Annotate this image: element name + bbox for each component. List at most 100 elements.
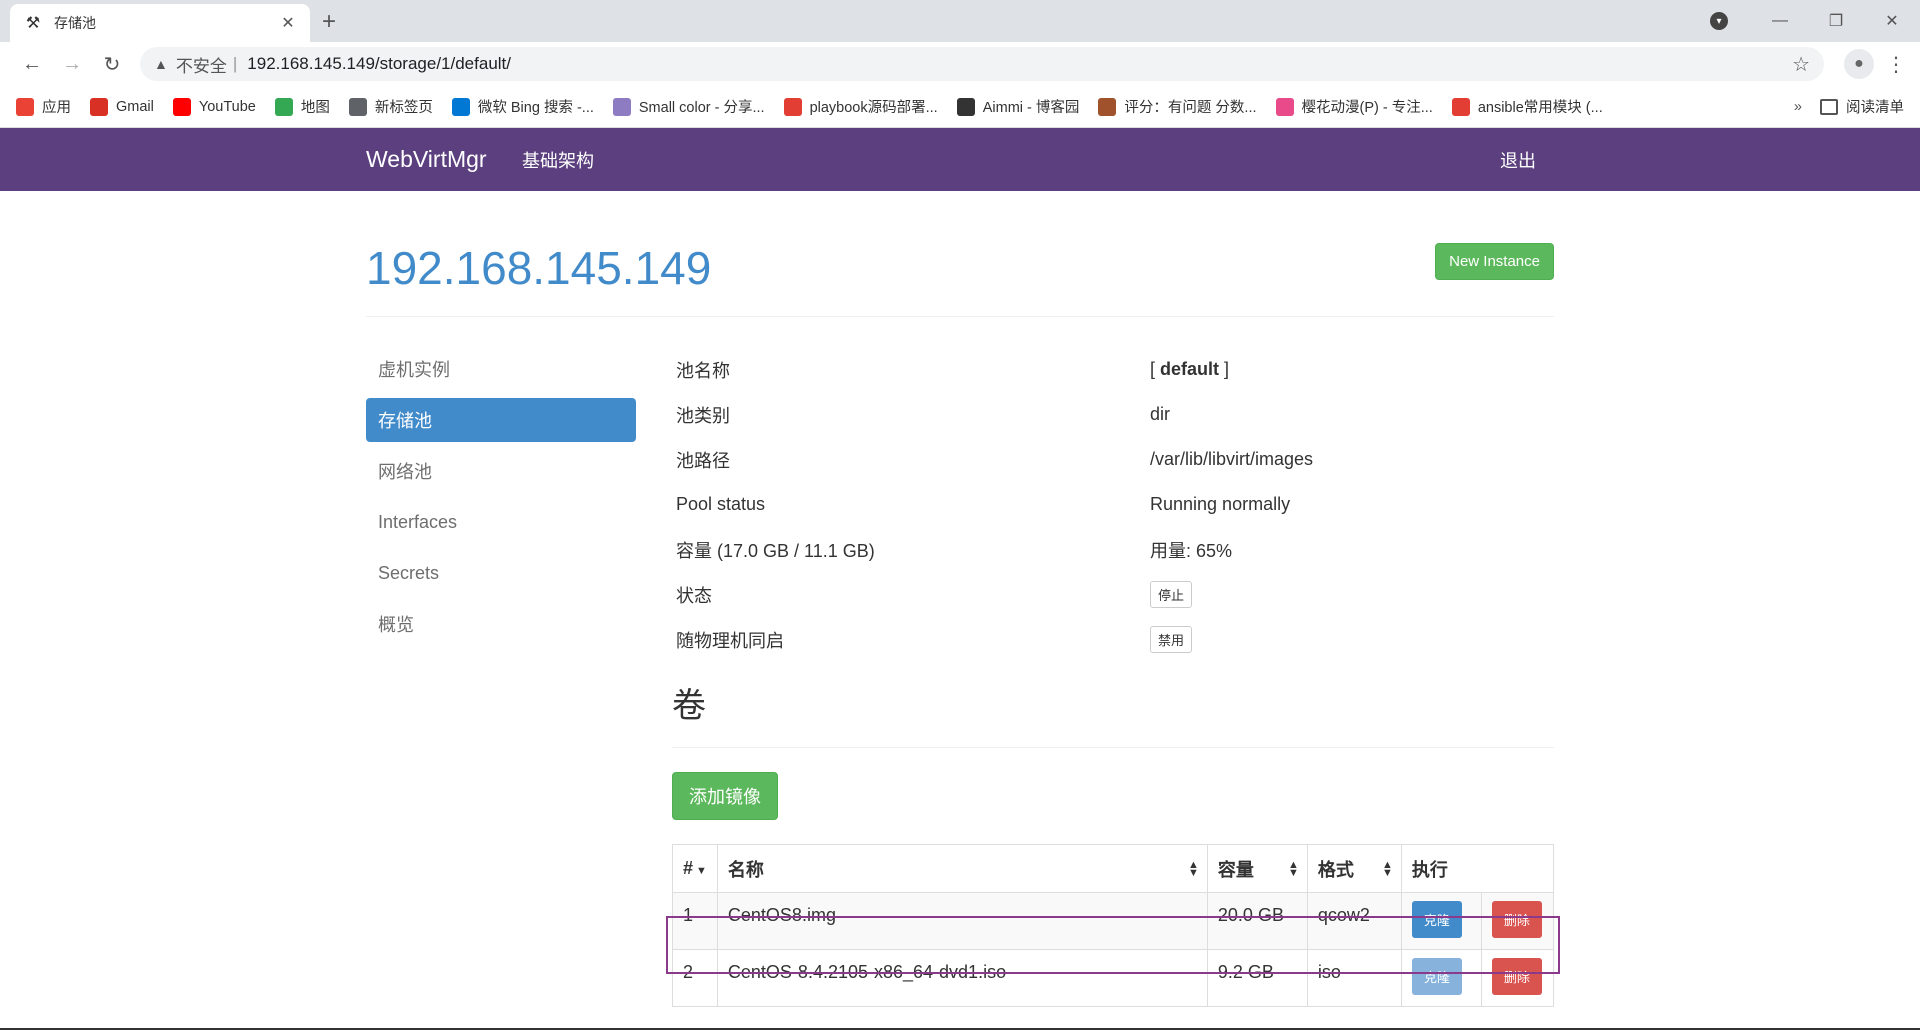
bookmark-label: 评分：有问题 分数... (1124, 100, 1257, 116)
csdn-icon (1451, 97, 1470, 116)
sidebar-item[interactable]: 网络池 (366, 449, 636, 493)
pool-status-row: Pool status Running normally (672, 482, 1554, 527)
pool-name-value: [ default ] (1150, 359, 1230, 379)
bookmark-label: Gmail (116, 98, 154, 115)
delete-button[interactable]: 删除 (1491, 901, 1542, 938)
restore-icon[interactable]: ❐ (1808, 11, 1864, 31)
volumes-heading: 卷 (672, 678, 1554, 748)
main-container: 192.168.145.149 New Instance 虚机实例存储池网络池 I… (366, 235, 1560, 1007)
tab-search-icon[interactable]: ▾ (1710, 12, 1728, 30)
bookmark-label: playbook源码部署... (809, 100, 938, 116)
warning-icon[interactable]: ▲ (154, 56, 168, 72)
sidebar-item[interactable]: 概览 (366, 602, 636, 646)
bookmark-item[interactable]: YouTube (172, 97, 256, 116)
webvirtmgr-favicon-icon: ⚒ (25, 15, 41, 32)
apps-grid-icon (16, 97, 34, 116)
url-text[interactable]: 192.168.145.149/storage/1/default/ (247, 54, 1792, 74)
pool-autostart-row: 随物理机同启 禁用 (672, 617, 1554, 662)
row-index: 1 (672, 892, 718, 950)
sort-icon: ▲ ▼ (1382, 859, 1393, 879)
new-tab-icon[interactable]: + (322, 8, 336, 36)
pool-usage-value: 用量: 65% (1150, 540, 1233, 561)
pool-path-row: 池路径 /var/lib/libvirt/images (672, 437, 1554, 482)
menu-kebab-icon[interactable]: ⋮ (1884, 52, 1908, 77)
sidebar-item[interactable]: 存储池 (366, 398, 636, 442)
tab-close-icon[interactable]: ✕ (278, 13, 298, 33)
minimize-icon[interactable]: — (1752, 12, 1808, 30)
col-name-header[interactable]: 名称 ▲ ▼ (716, 844, 1208, 893)
volumes-table: # ▼ 名称 ▲ ▼ 容量 ▲ ▼ 格式 ▲ ▼ 执行 1 CentOS8.img 20.0 … (672, 844, 1555, 1007)
bookmark-label: Aimmi - 博客园 (982, 100, 1080, 116)
delete-button[interactable]: 删除 (1491, 958, 1542, 995)
bookmark-item[interactable]: 应用 (16, 96, 71, 117)
disable-autostart-button[interactable]: 禁用 (1150, 626, 1193, 653)
bookmark-item[interactable]: 地图 (274, 96, 330, 117)
window-controls: — ❐ ✕ (1752, 0, 1920, 42)
bookmarks-overflow-icon[interactable]: » (1794, 99, 1802, 115)
back-icon[interactable]: ← (12, 53, 52, 76)
row-index: 2 (672, 949, 718, 1007)
reading-list-icon (1820, 98, 1838, 115)
stop-pool-button[interactable]: 停止 (1150, 581, 1193, 608)
brand-link[interactable]: WebVirtMgr (366, 146, 487, 173)
insecure-label: 不安全 (175, 56, 227, 76)
pool-state-label: 状态 (676, 585, 712, 606)
sidebar: 虚机实例存储池网络池 Interfaces Secrets 概览 (366, 347, 636, 653)
col-format-header[interactable]: 格式 ▲ ▼ (1306, 844, 1402, 893)
account-icon[interactable]: ● (1844, 49, 1874, 79)
sakura-icon (1275, 97, 1294, 116)
col-index-header[interactable]: # ▼ (672, 844, 718, 893)
bookmark-label: YouTube (198, 98, 256, 115)
window-close-icon[interactable]: ✕ (1864, 11, 1920, 31)
gmail-icon (90, 97, 108, 116)
forward-icon[interactable]: → (52, 53, 92, 76)
url-bar[interactable]: ▲ 不安全 | 192.168.145.149/storage/1/defaul… (140, 47, 1824, 81)
pool-state-row: 状态 停止 (672, 572, 1554, 617)
sort-desc-icon: ▼ (696, 865, 707, 877)
bookmark-star-icon[interactable]: ☆ (1792, 52, 1810, 77)
add-image-button[interactable]: 添加镜像 (672, 772, 778, 820)
new-instance-button[interactable]: New Instance (1435, 243, 1554, 280)
smallcolor-icon (612, 97, 631, 116)
bookmark-item[interactable]: ansible常用模块 (... (1451, 96, 1603, 117)
bookmark-item[interactable]: 评分：有问题 分数... (1098, 96, 1257, 117)
app-navbar: WebVirtMgr 基础架构 退出 (0, 128, 1920, 191)
bookmark-label: 微软 Bing 搜索 -... (477, 100, 594, 116)
row-name: CentOS-8.4.2105-x86_64-dvd1.iso (716, 949, 1208, 1007)
clone-button[interactable]: 克隆 (1411, 958, 1462, 995)
sidebar-item[interactable]: Secrets (366, 551, 636, 595)
avatar-icon (1098, 97, 1117, 116)
row-format: qcow2 (1306, 892, 1402, 950)
url-separator: | (232, 54, 238, 73)
table-header-row: # ▼ 名称 ▲ ▼ 容量 ▲ ▼ 格式 ▲ ▼ 执行 (672, 844, 1555, 893)
row-size: 20.0 GB (1206, 892, 1308, 950)
row-name: CentOS8.img (716, 892, 1208, 950)
bookmark-item[interactable]: Small color - 分享... (612, 96, 765, 117)
bookmark-item[interactable]: 樱花动漫(P) - 专注... (1275, 96, 1433, 117)
bookmark-item[interactable]: 新标签页 (348, 96, 433, 117)
cnblogs-icon (956, 97, 975, 116)
pool-type-row: 池类别 dir (672, 392, 1554, 437)
col-size-header[interactable]: 容量 ▲ ▼ (1206, 844, 1308, 893)
maps-icon (274, 97, 293, 116)
sidebar-item[interactable]: Interfaces (366, 500, 636, 544)
nav-infrastructure-link[interactable]: 基础架构 (522, 147, 594, 173)
bookmark-item[interactable]: Gmail (90, 97, 154, 116)
reload-icon[interactable]: ↻ (92, 52, 132, 77)
clone-button[interactable]: 克隆 (1411, 901, 1462, 938)
page-title: 192.168.145.149 (366, 242, 712, 294)
globe-icon (348, 97, 367, 116)
pool-name-row: 池名称 [ default ] (672, 347, 1554, 392)
bookmark-item[interactable]: Aimmi - 博客园 (956, 96, 1080, 117)
reading-list[interactable]: 阅读清单 (1820, 96, 1904, 117)
browser-tab[interactable]: ⚒ 存储池 ✕ (10, 4, 310, 42)
pool-type-value: dir (1150, 404, 1171, 424)
bookmarks-bar: 应用 Gmail YouTube 地图 新标签页 微软 Bing 搜索 -... Small… (0, 86, 1920, 128)
sidebar-item[interactable]: 虚机实例 (366, 347, 636, 391)
csdn-icon (783, 97, 802, 116)
bookmark-item[interactable]: playbook源码部署... (783, 96, 938, 117)
pool-name-label: 池名称 (676, 360, 730, 381)
bookmark-item[interactable]: 微软 Bing 搜索 -... (451, 96, 594, 117)
pool-type-label: 池类别 (676, 405, 730, 426)
logout-link[interactable]: 退出 (1500, 147, 1536, 173)
